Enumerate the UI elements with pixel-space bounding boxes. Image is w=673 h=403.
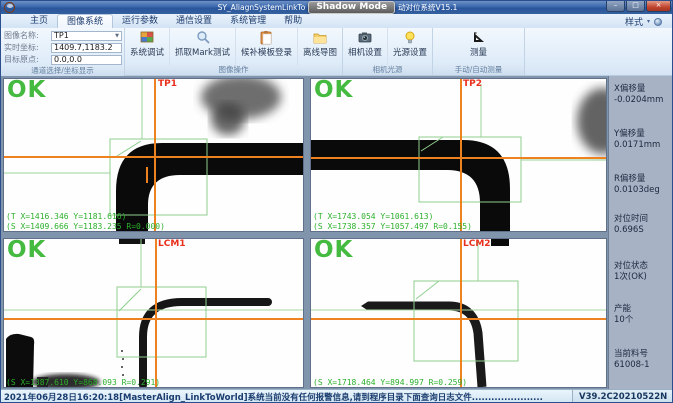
x-offset-readout: X偏移量-0.0204mm [614, 84, 663, 105]
status-message: 2021年06月28日16:20:18[MasterAlign_LinkToWo… [1, 391, 572, 403]
tab-system-mgmt[interactable]: 系统管理 [221, 14, 275, 28]
coordinate-readout: (T X=1743.054 Y=1061.613) (S X=1738.357 … [313, 212, 472, 231]
image-name-select[interactable]: TP1▼ [51, 31, 122, 41]
tab-help[interactable]: 帮助 [275, 14, 311, 28]
camera-view-lcm1[interactable]: OK LCM1 (S X=1387.610 Y=868.093 R=0.291) [3, 238, 304, 388]
output-count-readout: 产能10个 [614, 304, 633, 325]
light-settings-button[interactable]: 光源设置 [388, 28, 432, 65]
camera-name-label: LCM2 [463, 239, 491, 249]
results-sidebar: X偏移量-0.0204mm Y偏移量0.0171mm R偏移量0.0103deg… [608, 76, 673, 389]
style-options-icon[interactable] [654, 18, 662, 26]
camera-name-label: LCM1 [158, 239, 186, 249]
system-debug-button[interactable]: 系统调试 [125, 28, 170, 65]
image-name-label: 图像名称: [4, 30, 51, 41]
group-camera-light: 相机设置 光源设置 相机光源 [343, 28, 433, 75]
target-origin-label: 目标原点: [4, 54, 51, 65]
camera-name-label: TP1 [158, 79, 177, 89]
group-label-measure: 手动/自动测量 [433, 65, 524, 75]
debug-cube-icon [139, 30, 155, 45]
status-badge: OK [7, 238, 46, 263]
lcm2-image [311, 239, 607, 388]
camera-view-lcm2[interactable]: OK LCM2 (S X=1718.464 Y=894.997 R=0.259) [310, 238, 607, 388]
camera-view-tp2[interactable]: OK TP2 (T X=1743.054 Y=1061.613) (S X=17… [310, 78, 607, 232]
app-menu-orb-icon[interactable] [4, 2, 15, 13]
shadow-mode-badge: Shadow Mode [308, 1, 395, 14]
window-title-left: SY_AliagnSystemLinkTo [218, 3, 306, 12]
camera-name-label: TP2 [463, 79, 482, 89]
ribbon-toolbar: 图像名称: TP1▼ 实时坐标: 1409.7,1183.2 目标原点: 0.0… [1, 28, 673, 76]
r-offset-readout: R偏移量0.0103deg [614, 174, 660, 195]
align-time-readout: 对位时间0.696S [614, 214, 648, 235]
tab-run-params[interactable]: 运行参数 [113, 14, 167, 28]
chevron-down-icon: ▼ [115, 33, 119, 39]
coordinate-readout: (S X=1387.610 Y=868.093 R=0.291) [6, 378, 160, 388]
group-label-channel: 通道选择/坐标显示 [1, 66, 124, 76]
tab-comm-settings[interactable]: 通信设置 [167, 14, 221, 28]
camera-grid: OK TP1 (T X=1416.346 Y=1181.616) (S X=14… [1, 76, 673, 389]
target-origin-field[interactable]: 0.0,0.0 [51, 55, 122, 65]
group-label-camera-light: 相机光源 [343, 65, 432, 75]
group-channel-coords: 图像名称: TP1▼ 实时坐标: 1409.7,1183.2 目标原点: 0.0… [1, 28, 125, 75]
group-label-image-ops: 图像操作 [125, 65, 342, 75]
measure-button[interactable]: 测量 [465, 28, 492, 65]
coordinate-readout: (S X=1718.464 Y=894.997 R=0.259) [313, 378, 467, 388]
y-offset-readout: Y偏移量0.0171mm [614, 129, 660, 150]
bulb-icon [402, 30, 418, 45]
tp1-image [4, 79, 304, 232]
group-image-ops: 系统调试 抓取Mark测试 候补模板登录 [125, 28, 343, 75]
tab-home[interactable]: 主页 [21, 14, 57, 28]
camera-view-tp1[interactable]: OK TP1 (T X=1416.346 Y=1181.616) (S X=14… [3, 78, 304, 232]
window-title-right: 动对位系统V15.1 [398, 2, 457, 13]
version-label: V39.2C20210522N [572, 390, 673, 403]
camera-icon [357, 30, 373, 45]
part-number-readout: 当前料号61008-1 [614, 349, 650, 370]
template-register-button[interactable]: 候补模板登录 [236, 28, 298, 65]
camera-settings-button[interactable]: 相机设置 [343, 28, 388, 65]
close-button[interactable]: × [646, 1, 671, 12]
grab-mark-test-button[interactable]: 抓取Mark测试 [170, 28, 236, 65]
lcm1-image [4, 239, 304, 388]
realtime-coord-label: 实时坐标: [4, 42, 51, 53]
maximize-button[interactable]: □ [626, 1, 645, 12]
chevron-down-icon: ▾ [647, 18, 650, 25]
status-badge: OK [314, 238, 353, 263]
ribbon-tab-bar: 主页 图像系统 运行参数 通信设置 系统管理 帮助 [1, 14, 673, 28]
measure-triangle-icon [471, 30, 487, 45]
folder-icon [312, 30, 328, 45]
app-window: SY_AliagnSystemLinkTo Shadow Mode 动对位系统V… [0, 0, 673, 403]
status-badge: OK [7, 78, 46, 103]
align-status-readout: 对位状态1次(OK) [614, 261, 648, 282]
tp2-image [311, 79, 607, 232]
coordinate-readout: (T X=1416.346 Y=1181.616) (S X=1409.666 … [6, 212, 165, 231]
tab-image-system[interactable]: 图像系统 [57, 14, 113, 28]
title-bar: SY_AliagnSystemLinkTo Shadow Mode 动对位系统V… [1, 1, 673, 14]
realtime-coord-field[interactable]: 1409.7,1183.2 [51, 43, 122, 53]
style-dropdown[interactable]: 样式 [625, 15, 643, 28]
status-bar: 2021年06月28日16:20:18[MasterAlign_LinkToWo… [1, 389, 673, 403]
minimize-button[interactable]: – [606, 1, 625, 12]
offline-map-button[interactable]: 离线导图 [298, 28, 342, 65]
clipboard-icon [258, 30, 274, 45]
group-measure: 测量 手动/自动测量 [433, 28, 525, 75]
status-badge: OK [314, 78, 353, 103]
magnifier-icon [195, 30, 211, 45]
